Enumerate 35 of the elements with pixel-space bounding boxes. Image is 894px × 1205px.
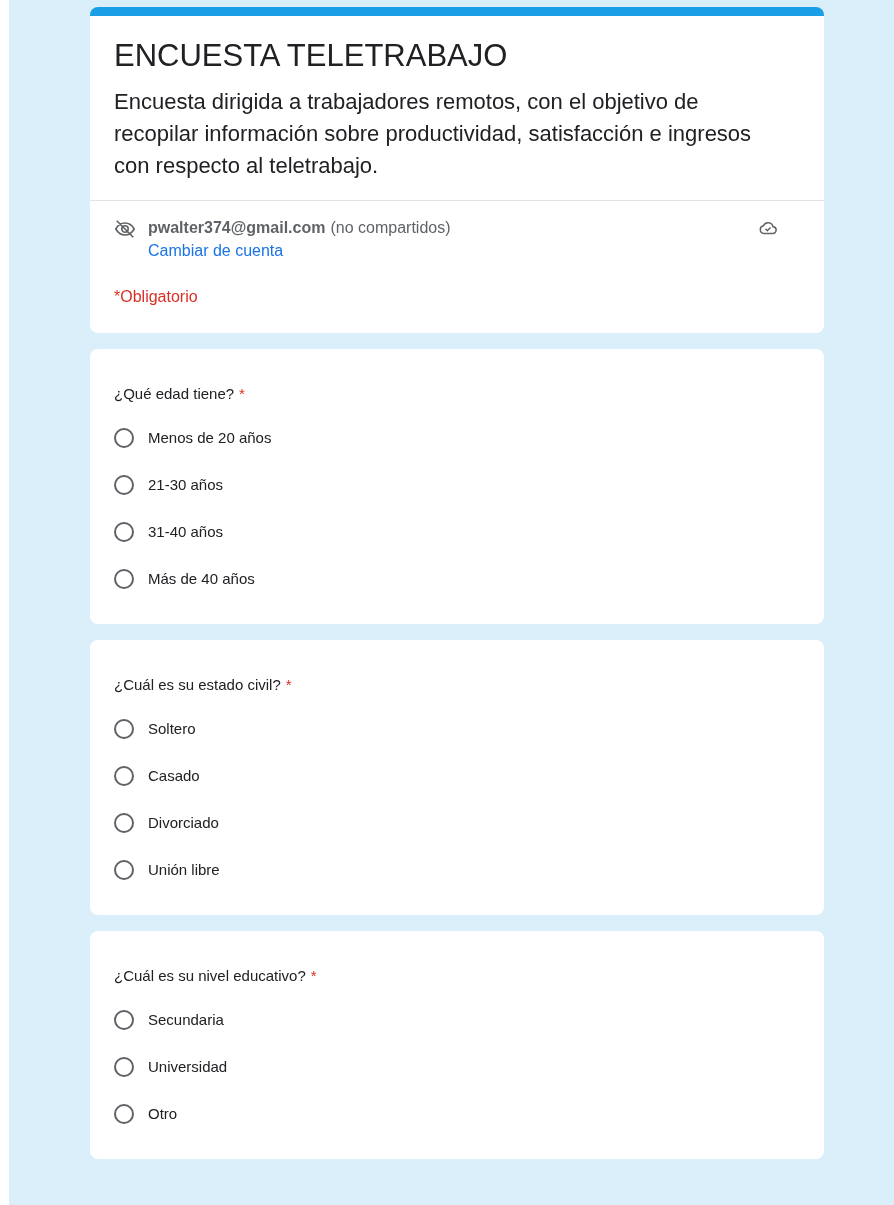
radio-button[interactable] (114, 522, 134, 542)
question-title: ¿Qué edad tiene? (114, 384, 235, 404)
question-title: ¿Cuál es su estado civil? (114, 675, 281, 695)
option-label: 31-40 años (148, 522, 224, 542)
switch-account-link[interactable]: Cambiar de cuenta (148, 239, 284, 263)
option-label: Divorciado (148, 813, 219, 833)
option-label: Más de 40 años (148, 569, 255, 589)
question-title: ¿Cuál es su nivel educativo? (114, 966, 306, 986)
sharing-note: (no compartidos) (330, 218, 451, 238)
radio-button[interactable] (114, 813, 134, 833)
hidden-eye-icon (114, 218, 136, 240)
radio-button[interactable] (114, 766, 134, 786)
option-label: Universidad (148, 1057, 228, 1077)
radio-button[interactable] (114, 1010, 134, 1030)
radio-button[interactable] (114, 428, 134, 448)
required-asterisk: * (239, 384, 245, 404)
radio-button[interactable] (114, 1057, 134, 1077)
required-note: *Obligatorio (114, 287, 199, 307)
option-label: Otro (148, 1104, 178, 1124)
radio-button[interactable] (114, 569, 134, 589)
radio-button[interactable] (114, 1104, 134, 1124)
form-title: ENCUESTA TELETRABAJO (114, 37, 509, 75)
radio-button[interactable] (114, 475, 134, 495)
option-label: Casado (148, 766, 200, 786)
account-email: pwalter374@gmail.com (148, 218, 326, 238)
required-asterisk: * (310, 966, 317, 986)
option-label: 21-30 años (148, 475, 224, 495)
option-label: Menos de 20 años (148, 428, 272, 448)
radio-button[interactable] (114, 719, 134, 739)
required-asterisk: * (285, 675, 292, 695)
option-label: Soltero (148, 719, 196, 739)
radio-button[interactable] (114, 860, 134, 880)
form-description: Encuesta dirigida a trabajadores remotos, con el objetivo de recopilar información sobre productividad, satisfacción e ingresos con respecto al teletrabajo. (114, 88, 753, 180)
option-label: Unión libre (148, 860, 220, 880)
option-label: Secundaria (148, 1010, 224, 1030)
